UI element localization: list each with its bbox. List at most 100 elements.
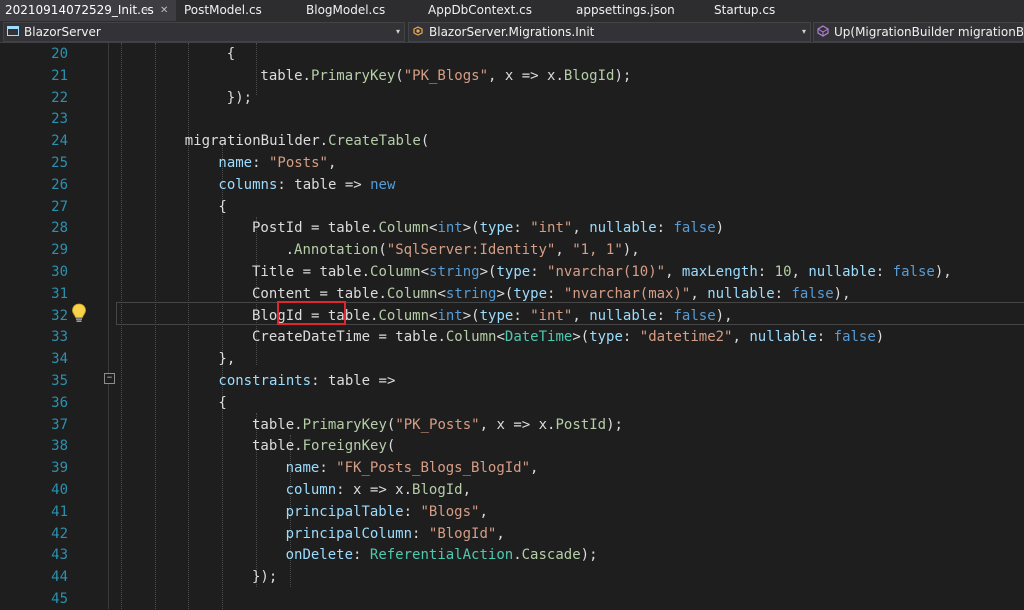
line-number: 21 [51,67,68,84]
code-token: CreateTable [328,133,421,150]
annotation-highlight-box [277,301,346,325]
code-line: 38 table.ForeignKey( [0,435,1024,457]
code-token: int [437,307,463,324]
line-number: 27 [51,198,68,215]
member-dropdown[interactable]: Up(MigrationBuilder migrationBuild [813,22,1024,42]
code-line: 40 column: x => x.BlogId, [0,479,1024,501]
project-dropdown[interactable]: BlazorServer ▾ [3,22,405,42]
code-token: Column [378,220,430,237]
class-dropdown[interactable]: BlazorServer.Migrations.Init ▾ [408,22,811,42]
tab-0[interactable]: 20210914072529_Init.cs ⊸ ✕ [0,0,176,21]
line-number: 23 [51,111,68,128]
code-token: : [547,285,564,302]
line-number: 42 [51,525,68,542]
code-token: "nvarchar(max)" [563,285,691,302]
code-token: "int" [530,307,573,324]
code-text: }); [252,566,277,588]
code-token: DateTime [504,329,573,346]
code-token: ), [715,307,733,324]
code-token: false [892,264,935,280]
code-line: 25 name: "Posts", [0,152,1024,174]
code-text: { [218,392,226,414]
code-token: , [732,329,750,346]
code-lines: 20{21 table.PrimaryKey("PK_Blogs", x => x… [0,43,1024,609]
code-text: table.ForeignKey( [252,435,395,457]
code-token: , [791,264,809,280]
code-token: PrimaryKey [310,67,396,84]
tab-4[interactable]: appsettings.json [568,0,706,21]
code-line: 23 [0,108,1024,130]
code-token: , [572,307,590,324]
code-token: PrimaryKey [302,416,387,433]
tab-2[interactable]: BlogModel.cs [298,0,420,21]
code-text: table.PrimaryKey("PK_Posts", x => x.Post… [252,414,623,436]
line-number: 25 [51,155,68,171]
code-editor[interactable]: 20{21 table.PrimaryKey("PK_Blogs", x => x… [0,43,1024,609]
code-token: >( [479,264,497,280]
code-token: name [218,155,253,171]
close-icon[interactable]: ✕ [160,0,168,21]
code-text: PostId = table.Column<int>(type: "int", … [252,217,724,239]
code-token: false [673,220,716,237]
document-tab-bar: 20210914072529_Init.cs ⊸ ✕ PostModel.cs Blog… [0,0,1024,21]
code-line: 44}); [0,566,1024,588]
code-token: : table => [311,373,396,389]
code-token: Column [445,329,497,346]
code-token: ForeignKey [302,438,387,455]
code-line: 41 principalTable: "Blogs", [0,501,1024,523]
code-line: 36 { [0,392,1024,414]
tab-5[interactable]: Startup.cs [706,0,806,21]
code-token: , [572,220,590,237]
code-text: }, [218,348,235,370]
lightbulb-icon[interactable] [70,302,88,324]
code-token: name [285,460,320,477]
line-number: 20 [51,46,68,62]
method-icon [817,25,829,37]
pin-icon[interactable]: ⊸ [141,0,149,21]
code-line: 27 { [0,196,1024,218]
code-line: 28 PostId = table.Column<int>(type: "int"… [0,217,1024,239]
code-token: , x => x. [479,416,556,433]
line-number: 41 [51,503,68,520]
code-text: principalTable: "Blogs", [286,501,488,523]
code-token: string [429,264,480,280]
line-number: 43 [51,547,68,564]
code-token: : [757,264,775,280]
code-token: , [530,460,539,477]
code-token: , [496,525,505,542]
tab-label: PostModel.cs [184,3,262,17]
code-token: Column [378,307,430,324]
navigation-bar: BlazorServer ▾ BlazorServer.Migrations.I… [0,21,1024,43]
class-icon [413,26,423,36]
code-text: }); [227,87,252,109]
line-number: 40 [51,482,68,498]
tab-3[interactable]: AppDbContext.cs [420,0,568,21]
code-token: = table. [294,264,371,280]
code-token: ); [614,67,632,84]
code-token: = table. [311,285,387,302]
code-text: migrationBuilder.CreateTable( [185,130,429,152]
line-number: 24 [51,133,68,150]
collapse-toggle[interactable]: − [104,373,115,384]
code-token: . [294,416,303,433]
code-token: ), [833,285,851,302]
code-line: 30 Title = table.Column<string>(type: "nv… [0,261,1024,283]
code-token: onDelete [285,547,354,564]
code-token: maxLength [681,264,758,280]
code-token: : [412,525,429,542]
code-token: , x => x. [488,67,564,84]
line-number: 26 [51,176,68,193]
code-token: . [319,133,329,150]
tab-1[interactable]: PostModel.cs [176,0,298,21]
chevron-down-icon: ▾ [395,27,400,36]
member-dropdown-label: Up(MigrationBuilder migrationBuild [834,25,1024,39]
tab-label: Startup.cs [714,3,776,17]
code-token: nullable [749,329,817,346]
code-token: : [513,220,531,237]
line-number: 36 [51,394,68,411]
code-text: columns: table => new [218,174,395,196]
code-token: type [513,285,548,302]
code-text: principalColumn: "BlogId", [286,523,505,545]
code-token: ( [395,67,404,84]
code-token: . [285,242,295,259]
